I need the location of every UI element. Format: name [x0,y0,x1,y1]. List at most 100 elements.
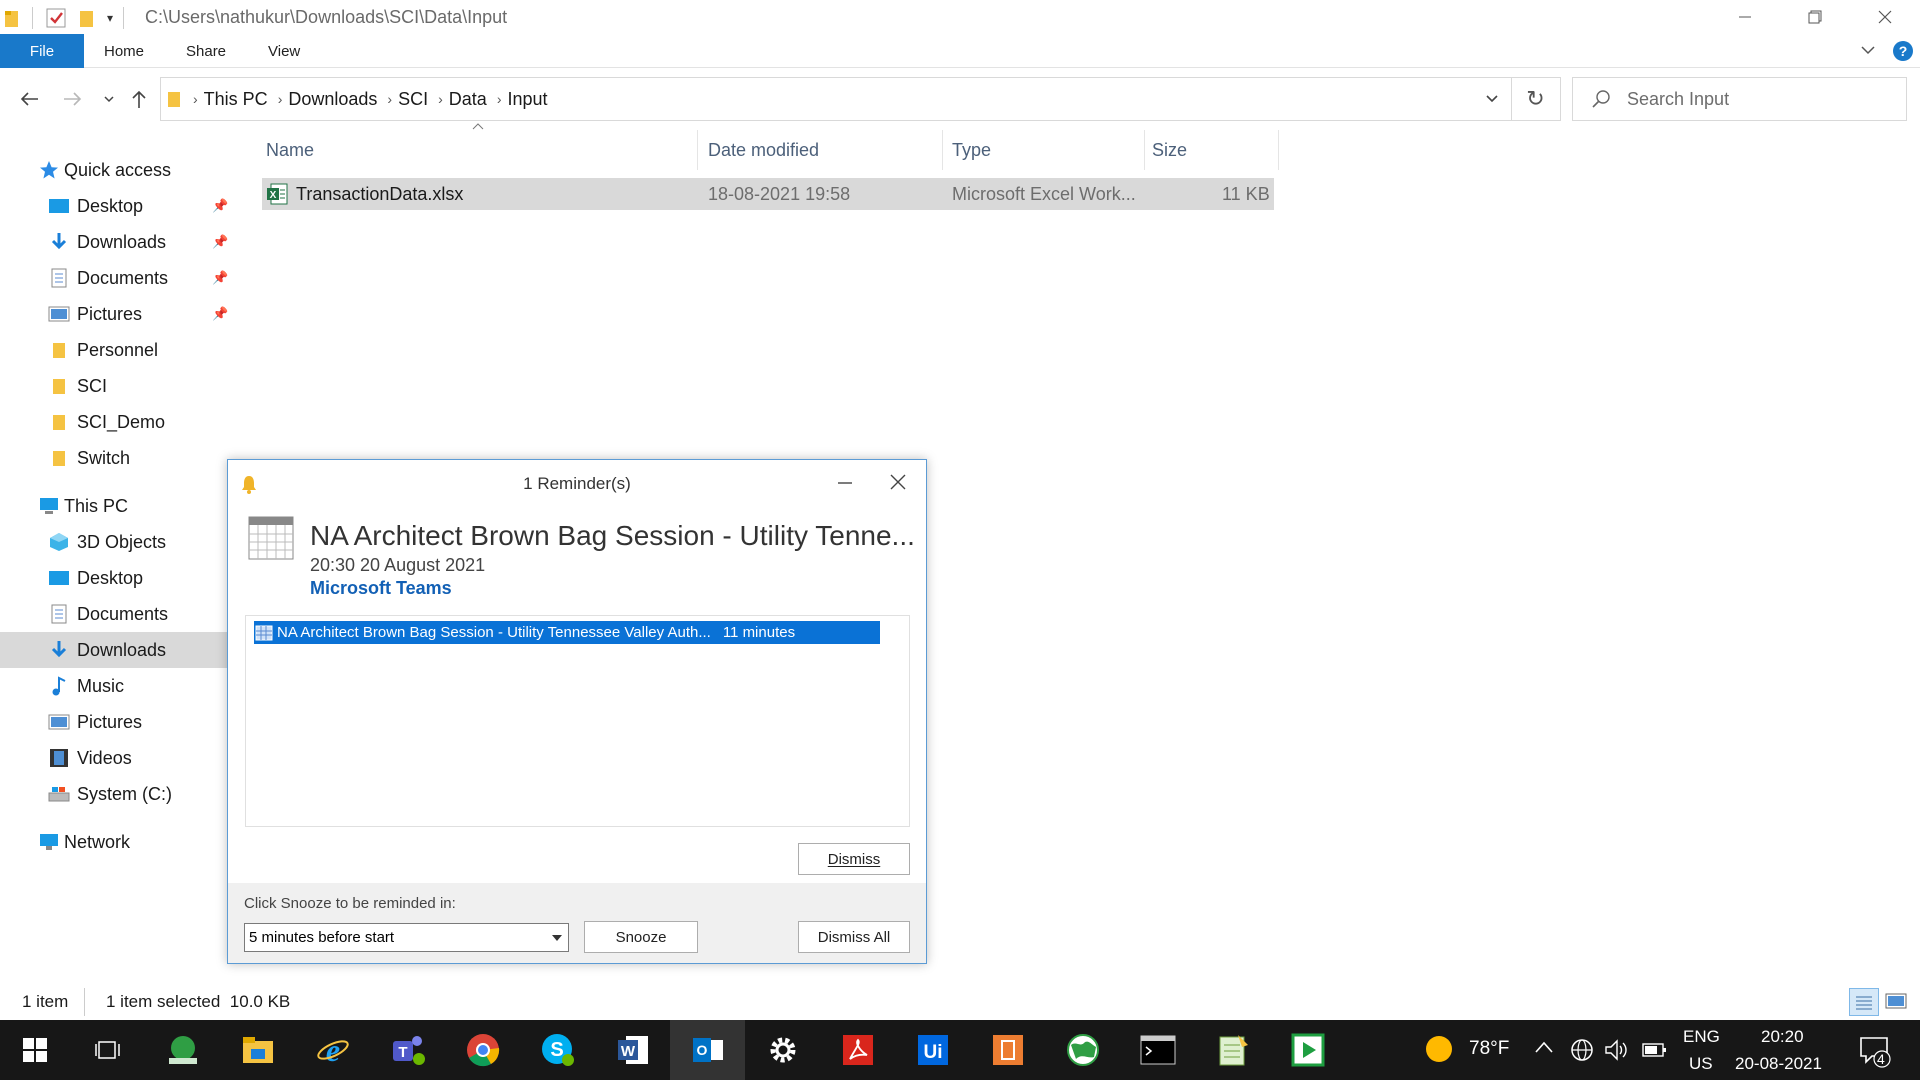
snooze-button[interactable]: Snooze [584,921,698,953]
taskbar-app-chrome[interactable] [445,1020,520,1080]
column-divider[interactable] [1144,130,1145,170]
network-globe-icon[interactable] [1570,1038,1594,1062]
tab-home[interactable]: Home [104,34,144,68]
address-bar[interactable]: › This PC › Downloads › SCI › Data › Inp… [160,77,1512,121]
breadcrumb-input[interactable]: Input [507,89,547,110]
pin-icon[interactable]: 📌 [212,306,228,322]
nav-item-music[interactable]: Music [0,668,236,704]
nav-item-switch[interactable]: Switch [0,440,236,476]
properties-icon[interactable] [45,7,67,29]
pin-icon[interactable]: 📌 [212,270,228,286]
chevron-right-icon[interactable]: › [278,91,283,107]
battery-icon[interactable] [1642,1040,1668,1060]
task-view-button[interactable] [70,1020,145,1080]
column-header-type[interactable]: Type [952,140,991,161]
nav-item-pc-pictures[interactable]: Pictures [0,704,236,740]
show-hidden-icons-chevron-up-icon[interactable] [1534,1040,1554,1054]
up-button[interactable] [124,84,154,114]
input-region[interactable]: US [1689,1054,1713,1074]
nav-item-videos[interactable]: Videos [0,740,236,776]
start-button[interactable] [0,1020,70,1080]
customize-qat-icon[interactable]: ▾ [107,11,113,25]
nav-quick-access[interactable]: Quick access [0,152,236,188]
recent-locations-button[interactable] [94,84,124,114]
breadcrumb-downloads[interactable]: Downloads [288,89,377,110]
taskbar-app-outlook[interactable]: O [670,1020,745,1080]
column-divider[interactable] [942,130,943,170]
nav-item-pc-documents[interactable]: Documents [0,596,236,632]
refresh-button[interactable]: ↻ [1511,77,1561,121]
search-box[interactable]: Search Input [1572,77,1907,121]
tab-share[interactable]: Share [186,34,226,68]
forward-button[interactable] [58,84,88,114]
nav-network[interactable]: Network [0,824,236,860]
nav-item-downloads[interactable]: Downloads 📌 [0,224,236,260]
nav-item-sci[interactable]: SCI [0,368,236,404]
taskbar-app-citrix[interactable] [145,1020,220,1080]
nav-item-documents[interactable]: Documents 📌 [0,260,236,296]
tab-view[interactable]: View [268,34,300,68]
taskbar-app-notepad[interactable] [1195,1020,1270,1080]
taskbar-app-skype[interactable]: S [520,1020,595,1080]
clock-time[interactable]: 20:20 [1761,1027,1804,1047]
file-name[interactable]: TransactionData.xlsx [296,184,463,205]
breadcrumb-this-pc[interactable]: This PC [204,89,268,110]
pin-icon[interactable]: 📌 [212,198,228,214]
close-button[interactable] [1850,0,1920,34]
chevron-right-icon[interactable]: › [193,91,198,107]
reminder-list-item[interactable]: NA Architect Brown Bag Session - Utility… [254,621,880,644]
restore-button[interactable] [1780,0,1850,34]
breadcrumb-sci[interactable]: SCI [398,89,428,110]
taskbar-app-office[interactable] [970,1020,1045,1080]
nav-item-sci-demo[interactable]: SCI_Demo [0,404,236,440]
taskbar-app-globe[interactable] [1045,1020,1120,1080]
dismiss-all-button[interactable]: Dismiss All [798,921,910,953]
column-header-date[interactable]: Date modified [708,140,819,161]
minimize-button[interactable] [1710,0,1780,34]
taskbar-app-media[interactable] [1270,1020,1345,1080]
taskbar-app-uipath[interactable]: Ui [895,1020,970,1080]
input-language[interactable]: ENG [1683,1027,1720,1047]
action-center-icon[interactable] [1858,1034,1892,1068]
taskbar-app-terminal[interactable] [1120,1020,1195,1080]
chevron-right-icon[interactable]: › [438,91,443,107]
nav-item-system-c[interactable]: System (C:) [0,776,236,812]
column-divider[interactable] [1278,130,1279,170]
dialog-close-button[interactable] [888,472,908,492]
address-dropdown-icon[interactable] [1485,94,1499,104]
details-view-button[interactable] [1849,988,1879,1016]
back-button[interactable] [14,84,44,114]
nav-this-pc[interactable]: This PC [0,488,236,524]
dropdown-arrow-icon[interactable] [552,934,562,941]
taskbar-app-teams[interactable]: T [370,1020,445,1080]
weather-sun-icon[interactable] [1424,1034,1454,1064]
volume-icon[interactable] [1604,1038,1630,1062]
taskbar-app-file-explorer[interactable] [220,1020,295,1080]
snooze-select[interactable]: 5 minutes before start [244,923,569,952]
column-header-name[interactable]: Name [266,140,314,161]
expand-ribbon-icon[interactable] [1860,42,1876,58]
nav-item-pc-downloads[interactable]: Downloads [0,632,236,668]
dismiss-button[interactable]: Dismiss [798,843,910,875]
clock-date[interactable]: 20-08-2021 [1735,1054,1822,1074]
folder-icon[interactable] [4,8,20,28]
taskbar-app-settings[interactable] [745,1020,820,1080]
dialog-minimize-button[interactable] [836,474,854,492]
taskbar-app-acrobat[interactable] [820,1020,895,1080]
new-folder-icon[interactable] [79,8,95,28]
large-icons-view-button[interactable] [1882,988,1912,1016]
nav-item-pc-desktop[interactable]: Desktop [0,560,236,596]
breadcrumb-data[interactable]: Data [449,89,487,110]
nav-item-pictures[interactable]: Pictures 📌 [0,296,236,332]
tab-file[interactable]: File [0,34,84,68]
pin-icon[interactable]: 📌 [212,234,228,250]
chevron-right-icon[interactable]: › [387,91,392,107]
file-row[interactable]: X TransactionData.xlsx 18-08-2021 19:58 … [262,178,1274,210]
taskbar-app-internet-explorer[interactable]: e [295,1020,370,1080]
chevron-right-icon[interactable]: › [497,91,502,107]
column-divider[interactable] [697,130,698,170]
nav-item-desktop[interactable]: Desktop 📌 [0,188,236,224]
weather-temperature[interactable]: 78°F [1469,1038,1509,1060]
nav-item-personnel[interactable]: Personnel [0,332,236,368]
taskbar-app-word[interactable]: W [595,1020,670,1080]
